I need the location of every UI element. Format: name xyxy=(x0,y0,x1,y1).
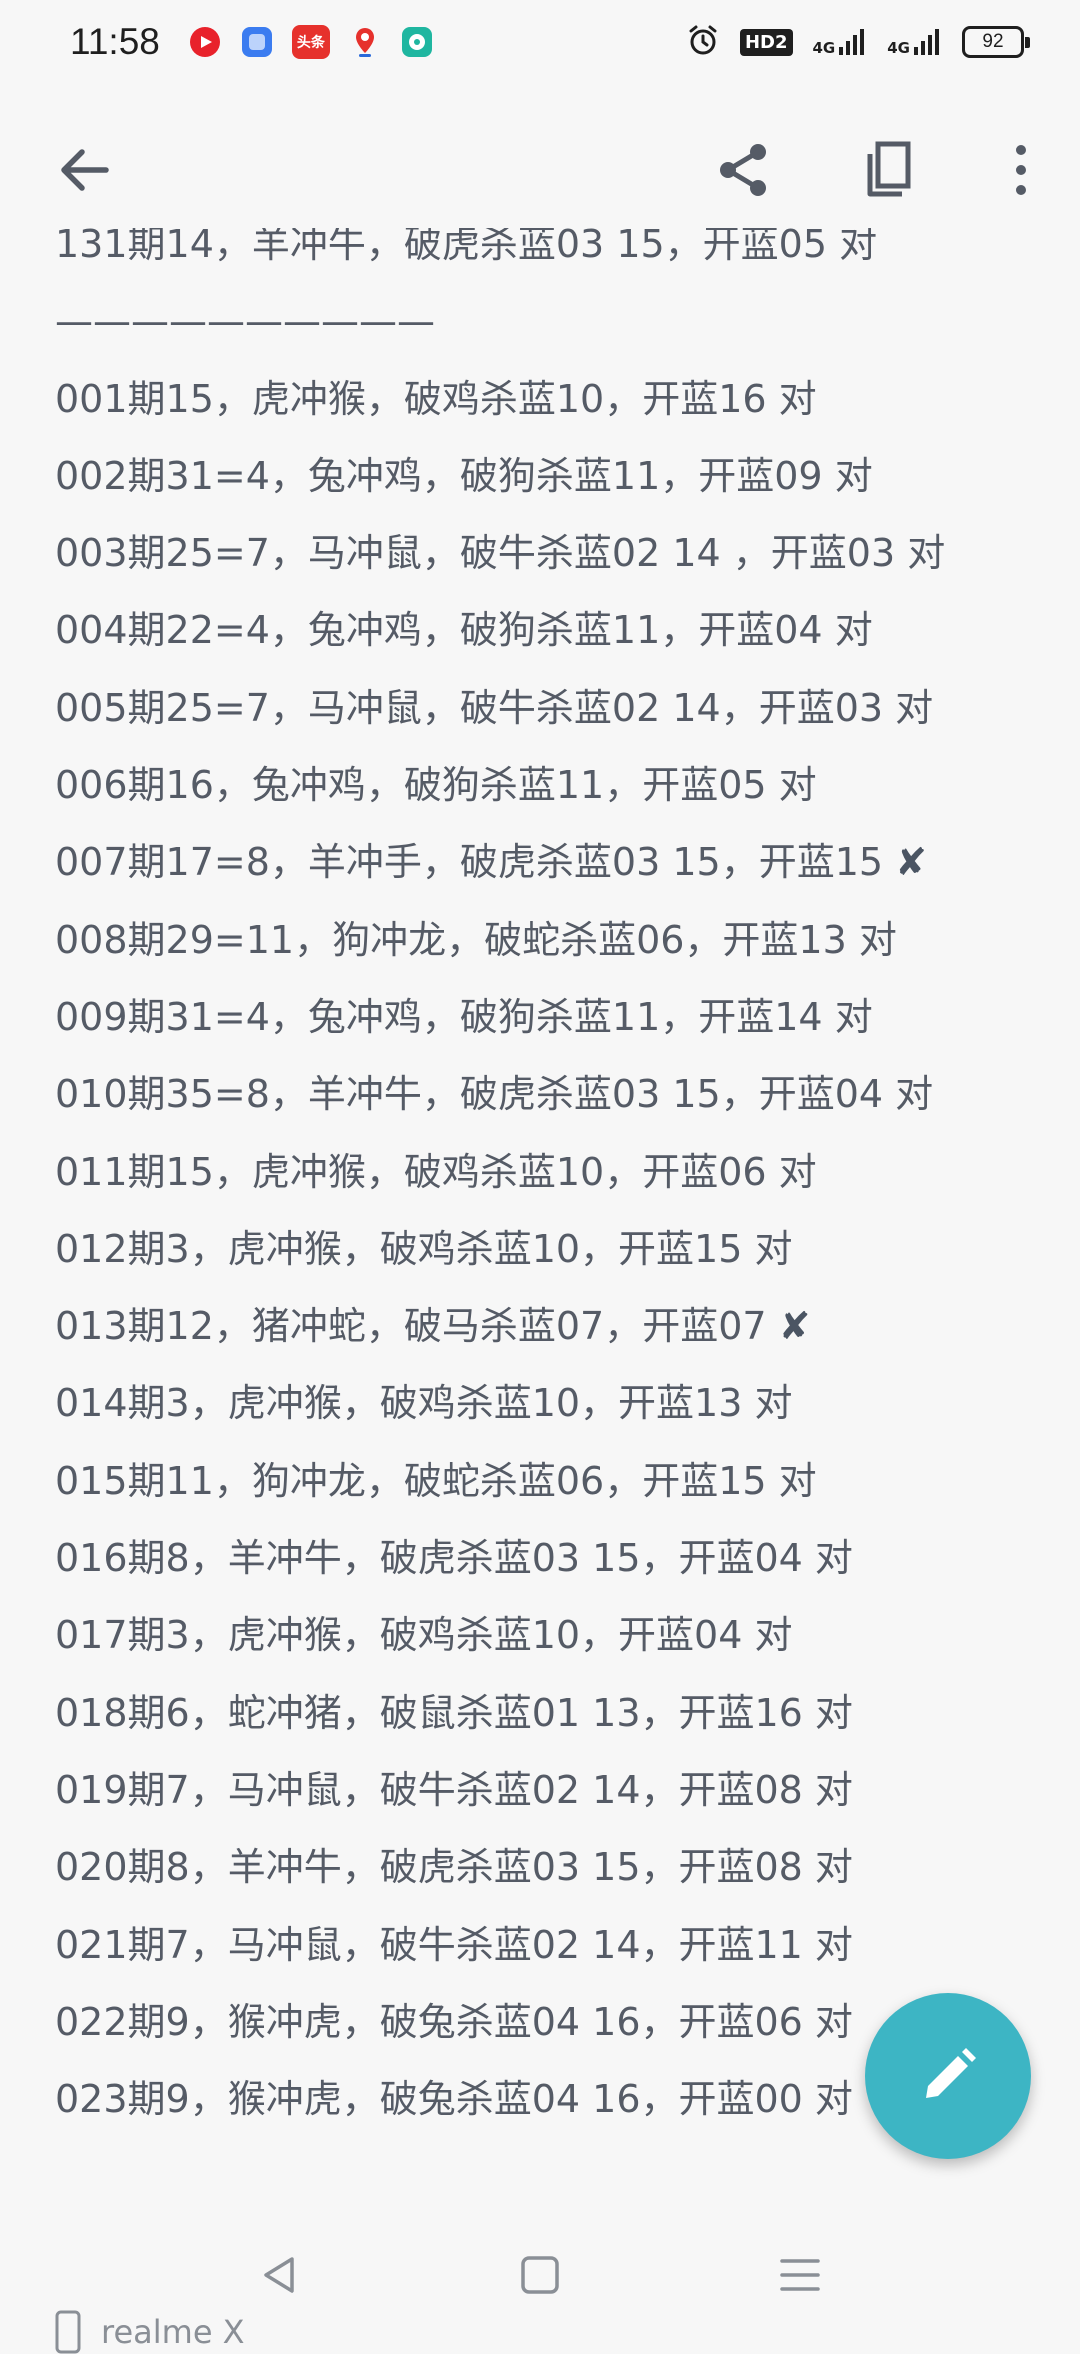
partial-top-line: 131期14，羊冲牛，破虎杀蓝03 15，开蓝05 对 xyxy=(55,228,878,266)
entry-line: 019期7，马冲鼠，破牛杀蓝02 14，开蓝08 对 xyxy=(55,1752,945,1829)
entry-line: 010期35=8，羊冲牛，破虎杀蓝03 15，开蓝04 对 xyxy=(55,1056,945,1133)
signal-bars-icon xyxy=(839,29,865,55)
note-content[interactable]: 131期14，羊冲牛，破虎杀蓝03 15，开蓝05 对 —————————— 0… xyxy=(0,228,1080,2158)
navigation-bar xyxy=(0,2230,1080,2320)
entry-line: 020期8，羊冲牛，破虎杀蓝03 15，开蓝08 对 xyxy=(55,1829,945,1906)
entry-text: 017期3，虎冲猴，破鸡杀蓝10，开蓝04 对 xyxy=(55,1613,793,1658)
network-label-2: 4G xyxy=(887,39,910,57)
entry-line: 011期15，虎冲猴，破鸡杀蓝10，开蓝06 对 xyxy=(55,1134,945,1211)
entry-line: 022期9，猴冲虎，破兔杀蓝04 16，开蓝06 对 xyxy=(55,1984,945,2061)
share-button[interactable] xyxy=(706,132,782,208)
entry-text: 002期31=4，兔冲鸡，破狗杀蓝11，开蓝09 对 xyxy=(55,453,873,498)
entry-text: 010期35=8，羊冲牛，破虎杀蓝03 15，开蓝04 对 xyxy=(55,1072,934,1117)
entry-text: 008期29=11，狗冲龙，破蛇杀蓝06，开蓝13 对 xyxy=(55,917,897,962)
more-button[interactable] xyxy=(976,132,1052,208)
entry-text: 018期6，蛇冲猪，破鼠杀蓝01 13，开蓝16 对 xyxy=(55,1690,853,1735)
edit-pencil-icon xyxy=(926,2048,976,2098)
video-app-icon xyxy=(188,25,222,59)
entry-line: 004期22=4，兔冲鸡，破狗杀蓝11，开蓝04 对 xyxy=(55,592,945,669)
toolbar xyxy=(0,110,1080,228)
entry-line: 013期12，猪冲蛇，破马杀蓝07，开蓝07 ✘ xyxy=(55,1288,945,1365)
separator-line: —————————— xyxy=(55,299,435,344)
entry-line: 012期3，虎冲猴，破鸡杀蓝10，开蓝15 对 xyxy=(55,1211,945,1288)
entry-line: 009期31=4，兔冲鸡，破狗杀蓝11，开蓝14 对 xyxy=(55,979,945,1056)
entry-text: 004期22=4，兔冲鸡，破狗杀蓝11，开蓝04 对 xyxy=(55,608,873,653)
toutiao-icon: 头条 xyxy=(291,25,330,59)
nav-menu-icon xyxy=(780,2259,820,2291)
copy-icon xyxy=(867,141,911,197)
signal-2: 4G xyxy=(887,27,942,57)
entry-line: 007期17=8，羊冲手，破虎杀蓝03 15，开蓝15 ✘ xyxy=(55,824,945,901)
more-vert-icon xyxy=(1016,145,1026,195)
status-time: 11:58 xyxy=(70,21,160,62)
entry-line: 005期25=7，马冲鼠，破牛杀蓝02 14，开蓝03 对 xyxy=(55,670,945,747)
copy-button[interactable] xyxy=(848,132,924,208)
entry-text: 020期8，羊冲牛，破虎杀蓝03 15，开蓝08 对 xyxy=(55,1845,853,1890)
entry-text: 023期9，猴冲虎，破兔杀蓝04 16，开蓝00 对 xyxy=(55,2077,853,2122)
entry-text: 001期15，虎冲猴，破鸡杀蓝10，开蓝16 对 xyxy=(55,376,817,421)
signal-1: 4G xyxy=(813,27,868,57)
entry-line: 002期31=4，兔冲鸡，破狗杀蓝11，开蓝09 对 xyxy=(55,438,945,515)
entry-line: 021期7，马冲鼠，破牛杀蓝02 14，开蓝11 对 xyxy=(55,1907,945,1984)
entry-text: 009期31=4，兔冲鸡，破狗杀蓝11，开蓝14 对 xyxy=(55,994,873,1039)
nav-home-icon xyxy=(521,2256,559,2294)
entry-text: 019期7，马冲鼠，破牛杀蓝02 14，开蓝08 对 xyxy=(55,1767,853,1812)
chat-app-icon xyxy=(400,25,434,59)
entry-text: 003期25=7，马冲鼠，破牛杀蓝02 14 ，开蓝03 对 xyxy=(55,531,946,576)
toutiao-label: 头条 xyxy=(296,35,325,51)
nav-back-icon xyxy=(264,2257,294,2293)
entry-text: 007期17=8，羊冲手，破虎杀蓝03 15，开蓝15 xyxy=(55,840,896,885)
entry-text: 011期15，虎冲猴，破鸡杀蓝10，开蓝06 对 xyxy=(55,1149,817,1194)
status-bar: 11:58 头条 HD2 4G 4G 92 xyxy=(0,0,1080,84)
entry-line: 006期16，兔冲鸡，破狗杀蓝11，开蓝05 对 xyxy=(55,747,945,824)
signal-bars-icon xyxy=(914,29,939,55)
status-right: HD2 4G 4G 92 xyxy=(686,23,1030,61)
entry-line: 014期3，虎冲猴，破鸡杀蓝10，开蓝13 对 xyxy=(55,1365,945,1442)
entry-line: 017期3，虎冲猴，破鸡杀蓝10，开蓝04 对 xyxy=(55,1597,945,1674)
battery-indicator: 92 xyxy=(962,26,1030,58)
back-button[interactable] xyxy=(46,132,122,208)
wrong-mark-icon: ✘ xyxy=(895,840,927,885)
hd-badge: HD2 xyxy=(739,28,793,56)
entry-text: 006期16，兔冲鸡，破狗杀蓝11，开蓝05 对 xyxy=(55,763,817,808)
entry-line: 018期6，蛇冲猪，破鼠杀蓝01 13，开蓝16 对 xyxy=(55,1675,945,1752)
entry-text: 005期25=7，马冲鼠，破牛杀蓝02 14，开蓝03 对 xyxy=(55,685,934,730)
entry-line: 023期9，猴冲虎，破兔杀蓝04 16，开蓝00 对 xyxy=(55,2061,945,2138)
entry-text: 012期3，虎冲猴，破鸡杀蓝10，开蓝15 对 xyxy=(55,1226,793,1271)
entry-text: 015期11，狗冲龙，破蛇杀蓝06，开蓝15 对 xyxy=(55,1458,817,1503)
network-label-1: 4G xyxy=(812,39,836,57)
square-app-icon xyxy=(240,25,274,59)
share-icon xyxy=(720,144,766,196)
nav-home-button[interactable] xyxy=(505,2240,575,2310)
alarm-icon xyxy=(686,23,720,61)
notification-icons: 头条 xyxy=(188,25,434,59)
nav-back-button[interactable] xyxy=(245,2240,315,2310)
phone-icon xyxy=(55,2310,81,2354)
back-arrow-icon xyxy=(61,149,109,191)
device-watermark: realme X xyxy=(55,2310,245,2354)
entry-line: 003期25=7，马冲鼠，破牛杀蓝02 14 ，开蓝03 对 xyxy=(55,515,945,592)
entry-text: 016期8，羊冲牛，破虎杀蓝03 15，开蓝04 对 xyxy=(55,1536,853,1581)
entry-text: 022期9，猴冲虎，破兔杀蓝04 16，开蓝06 对 xyxy=(55,1999,853,2044)
entry-text: 021期7，马冲鼠，破牛杀蓝02 14，开蓝11 对 xyxy=(55,1922,853,1967)
entry-line: 016期8，羊冲牛，破虎杀蓝03 15，开蓝04 对 xyxy=(55,1520,945,1597)
nav-menu-button[interactable] xyxy=(765,2240,835,2310)
entry-line: 008期29=11，狗冲龙，破蛇杀蓝06，开蓝13 对 xyxy=(55,902,945,979)
edit-fab-button[interactable] xyxy=(865,1993,1031,2159)
entry-text: 013期12，猪冲蛇，破马杀蓝07，开蓝07 xyxy=(55,1304,779,1349)
watermark-text: realme X xyxy=(101,2313,245,2351)
entry-line: 001期15，虎冲猴，破鸡杀蓝10，开蓝16 对 xyxy=(55,361,945,438)
wrong-mark-icon: ✘ xyxy=(778,1304,811,1349)
entry-text: 014期3，虎冲猴，破鸡杀蓝10，开蓝13 对 xyxy=(55,1381,793,1426)
entry-line: 015期11，狗冲龙，破蛇杀蓝06，开蓝15 对 xyxy=(55,1443,945,1520)
map-pin-icon xyxy=(348,25,382,59)
note-lines: 131期14，羊冲牛，破虎杀蓝03 15，开蓝05 对 —————————— 0… xyxy=(55,228,945,2138)
